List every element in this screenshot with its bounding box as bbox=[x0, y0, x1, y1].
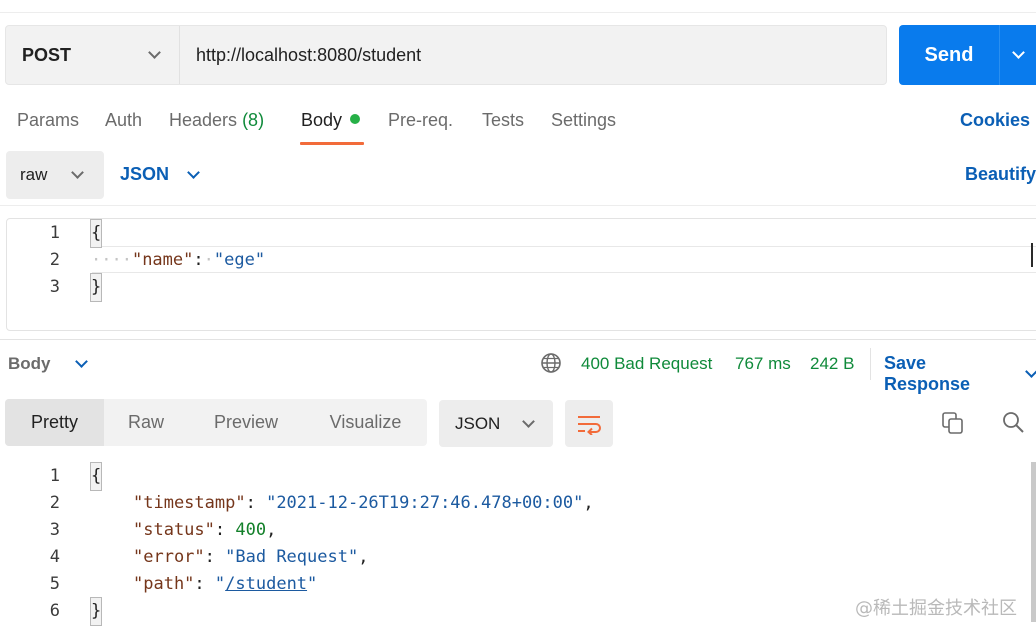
body-mode-label: raw bbox=[20, 165, 48, 184]
body-indicator-dot bbox=[350, 114, 361, 124]
json-key: "path" bbox=[133, 574, 195, 594]
method-label: POST bbox=[22, 44, 72, 65]
divider bbox=[0, 339, 1036, 340]
json-value-link[interactable]: /student bbox=[225, 574, 307, 594]
status-badge[interactable]: 400 Bad Request bbox=[581, 354, 712, 374]
body-language-label: JSON bbox=[120, 164, 170, 184]
method-select[interactable]: POST bbox=[6, 26, 180, 84]
text-cursor bbox=[1031, 243, 1033, 267]
line-number: 5 bbox=[49, 574, 60, 594]
chevron-down-icon bbox=[148, 46, 161, 59]
code-line: { bbox=[89, 219, 103, 248]
body-language-select[interactable]: JSON bbox=[120, 164, 200, 185]
line-number: 1 bbox=[49, 223, 60, 243]
code-line: { bbox=[89, 462, 103, 491]
line-number: 3 bbox=[49, 520, 60, 540]
tab-visualize[interactable]: Visualize bbox=[304, 399, 427, 446]
line-number: 2 bbox=[49, 493, 60, 513]
tab-tests[interactable]: Tests bbox=[482, 110, 524, 131]
chevron-down-icon bbox=[71, 166, 84, 179]
json-value-quote: " bbox=[214, 574, 226, 594]
open-brace: { bbox=[89, 462, 103, 491]
line-number: 1 bbox=[49, 466, 60, 486]
code-line: "status": 400, bbox=[133, 520, 277, 540]
json-key: "error" bbox=[133, 547, 205, 567]
json-key: "status" bbox=[133, 520, 215, 540]
tab-headers[interactable]: Headers (8) bbox=[169, 110, 264, 131]
open-brace: { bbox=[89, 219, 103, 248]
tab-preview[interactable]: Preview bbox=[188, 399, 304, 446]
json-value-quote: " bbox=[307, 574, 318, 594]
url-input[interactable]: http://localhost:8080/student bbox=[180, 45, 421, 66]
send-options-button[interactable] bbox=[1000, 46, 1036, 59]
url-bar: POST http://localhost:8080/student bbox=[5, 25, 887, 85]
globe-icon[interactable] bbox=[540, 352, 562, 374]
response-section-select[interactable]: Body bbox=[8, 354, 88, 374]
space-marker: · bbox=[203, 250, 214, 270]
tab-headers-label: Headers bbox=[169, 110, 238, 130]
wrap-lines-icon bbox=[578, 415, 601, 435]
response-body-label: Body bbox=[8, 354, 51, 373]
tab-pretty[interactable]: Pretty bbox=[5, 399, 104, 446]
divider bbox=[0, 205, 1036, 206]
watermark: @稀土掘金技术社区 bbox=[855, 598, 1017, 619]
code-line: ····"name":·"ege" bbox=[91, 247, 265, 274]
chevron-down-icon bbox=[1025, 365, 1036, 378]
response-header: Body 400 Bad Request 767 ms 242 B Save R… bbox=[0, 346, 1036, 394]
send-label: Send bbox=[924, 43, 974, 66]
response-format-select[interactable]: JSON bbox=[439, 400, 553, 447]
json-value: "ege" bbox=[213, 250, 266, 270]
json-value: "2021-12-26T19:27:46.478+00:00" bbox=[266, 493, 584, 513]
active-tab-underline bbox=[300, 142, 364, 145]
search-icon[interactable] bbox=[1001, 410, 1027, 436]
json-key: "timestamp" bbox=[133, 493, 246, 513]
copy-icon[interactable] bbox=[940, 410, 966, 436]
scrollbar[interactable] bbox=[1031, 462, 1036, 622]
code-line: } bbox=[89, 273, 103, 302]
tab-settings[interactable]: Settings bbox=[551, 110, 616, 131]
tab-body-label: Body bbox=[301, 110, 343, 130]
divider bbox=[870, 348, 871, 380]
body-mode-select[interactable]: raw bbox=[6, 151, 104, 199]
indent-guide: ···· bbox=[91, 250, 132, 270]
line-number: 3 bbox=[49, 277, 60, 297]
json-colon: : bbox=[193, 250, 204, 270]
response-view-tabs: Pretty Raw Preview Visualize bbox=[5, 399, 427, 446]
code-line: "error": "Bad Request", bbox=[133, 547, 369, 567]
tab-auth[interactable]: Auth bbox=[105, 110, 142, 131]
chevron-down-icon bbox=[522, 414, 535, 428]
close-brace: } bbox=[89, 597, 103, 626]
response-size[interactable]: 242 B bbox=[810, 354, 854, 374]
save-response-label: Save Response bbox=[884, 353, 971, 394]
save-response-button[interactable]: Save Response bbox=[884, 353, 1036, 395]
json-value: 400 bbox=[235, 520, 267, 540]
chevron-down-icon bbox=[1011, 46, 1025, 59]
tab-params[interactable]: Params bbox=[17, 110, 79, 131]
tab-body[interactable]: Body bbox=[301, 110, 361, 131]
code-line: "path": "/student" bbox=[133, 574, 318, 594]
line-number: 2 bbox=[49, 250, 60, 270]
line-number: 4 bbox=[49, 547, 60, 567]
headers-count: (8) bbox=[242, 110, 265, 130]
close-brace: } bbox=[89, 273, 103, 302]
code-line: "timestamp": "2021-12-26T19:27:46.478+00… bbox=[133, 493, 594, 513]
request-tabs: Params Auth Headers (8) Body Pre-req. Te… bbox=[0, 104, 1036, 145]
code-line: } bbox=[89, 597, 103, 626]
chevron-down-icon bbox=[74, 355, 88, 368]
line-number: 6 bbox=[49, 601, 60, 621]
body-mode-row: raw JSON Beautify bbox=[0, 150, 1036, 200]
send-button[interactable]: Send bbox=[899, 25, 1036, 85]
tab-prereq[interactable]: Pre-req. bbox=[388, 110, 453, 131]
json-value: "Bad Request" bbox=[225, 547, 359, 567]
request-body-editor[interactable] bbox=[6, 218, 1036, 331]
cookies-link[interactable]: Cookies bbox=[960, 110, 1030, 131]
tab-raw[interactable]: Raw bbox=[104, 399, 188, 446]
beautify-link[interactable]: Beautify bbox=[965, 164, 1036, 185]
chevron-down-icon bbox=[187, 165, 200, 179]
json-key: "name" bbox=[131, 250, 194, 270]
wrap-lines-button[interactable] bbox=[565, 400, 613, 447]
top-divider bbox=[0, 12, 1036, 13]
response-time[interactable]: 767 ms bbox=[735, 354, 791, 374]
response-format-label: JSON bbox=[455, 413, 501, 433]
